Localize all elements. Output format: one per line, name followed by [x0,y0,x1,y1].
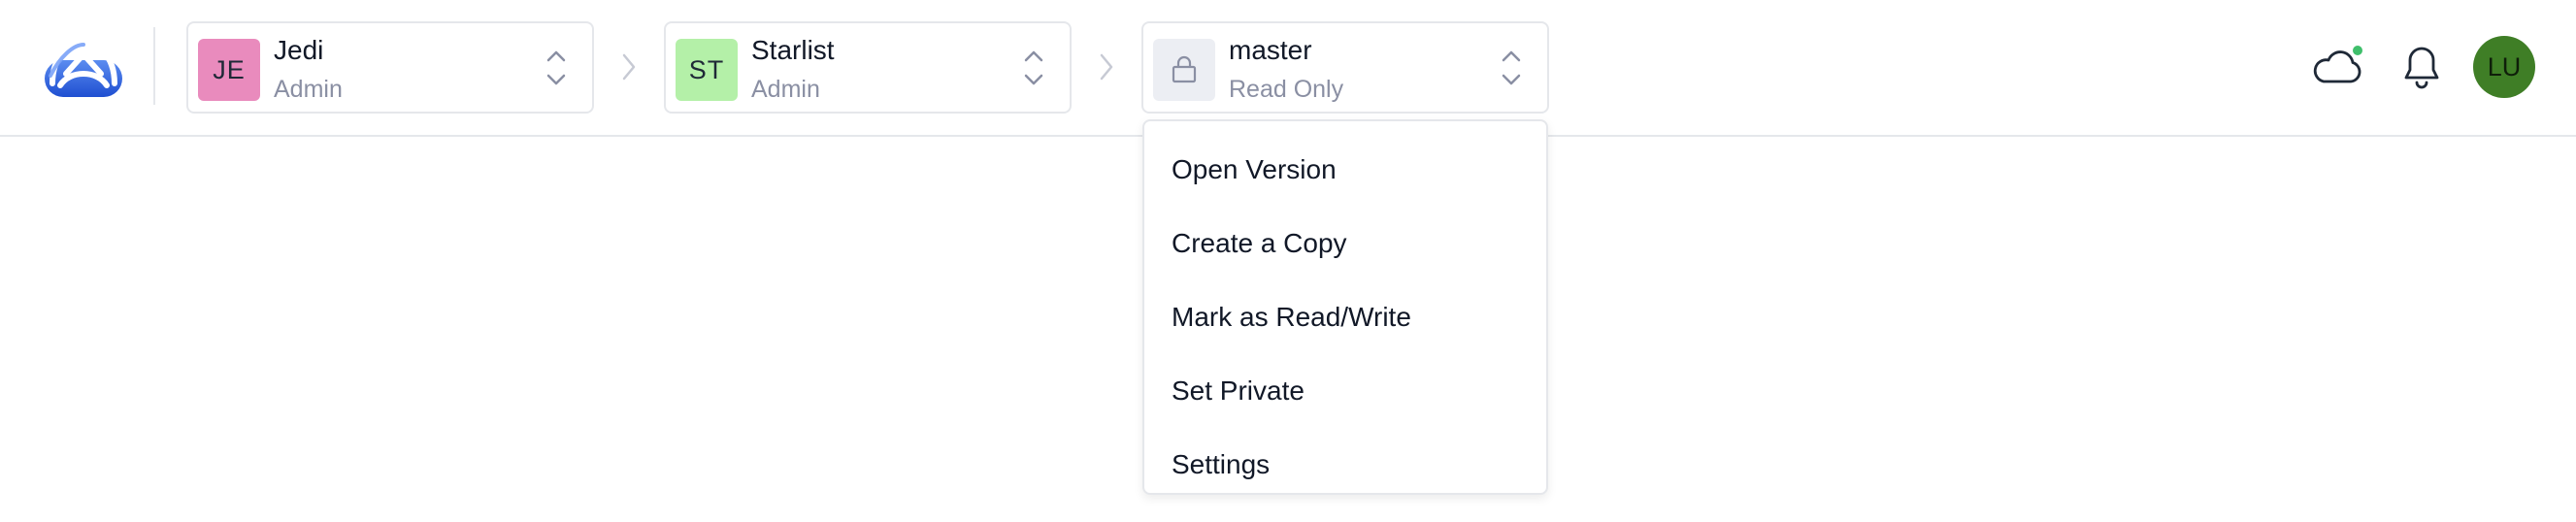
menu-item-open-version[interactable]: Open Version [1144,133,1546,207]
version-name: master [1229,35,1312,65]
app-logo-icon[interactable] [43,35,124,99]
version-badge [1153,39,1215,101]
chevron-up-down-icon [546,50,566,85]
project-name: Starlist [751,35,835,65]
top-navigation-bar: JE Jedi Admin ST Starlist Admin master R… [0,0,2576,137]
user-avatar[interactable]: LU [2473,36,2535,98]
menu-item-settings[interactable]: Settings [1144,428,1546,502]
notification-bell-icon[interactable] [2401,43,2442,91]
chevron-up-down-icon [1024,50,1043,85]
chevron-right-icon [1100,53,1113,81]
menu-item-set-private[interactable]: Set Private [1144,354,1546,428]
version-dropdown-menu: Open Version Create a Copy Mark as Read/… [1142,119,1548,495]
project-selector[interactable]: ST Starlist Admin [664,21,1072,114]
header-divider [153,27,155,105]
project-role: Admin [751,76,820,103]
organization-selector[interactable]: JE Jedi Admin [186,21,594,114]
project-initials: ST [688,54,725,84]
menu-item-mark-read-write[interactable]: Mark as Read/Write [1144,280,1546,354]
chevron-up-down-icon [1502,50,1521,85]
organization-badge: JE [198,39,260,101]
lock-icon [1172,55,1197,83]
version-selector[interactable]: master Read Only [1141,21,1549,114]
organization-initials: JE [213,54,246,84]
sync-status-indicator [2351,44,2364,57]
version-access: Read Only [1229,76,1344,103]
project-badge: ST [676,39,738,101]
organization-name: Jedi [274,35,324,65]
chevron-right-icon [622,53,636,81]
menu-item-create-copy[interactable]: Create a Copy [1144,207,1546,280]
user-initials: LU [2487,51,2522,82]
organization-role: Admin [274,76,343,103]
